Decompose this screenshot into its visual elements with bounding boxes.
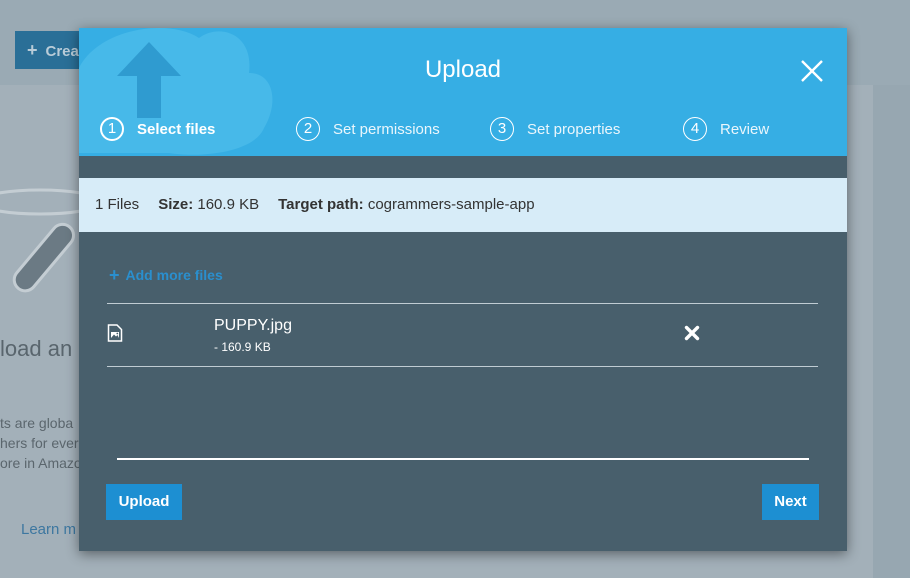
file-size: - 160.9 KB [214,340,271,354]
plus-icon: + [27,40,38,60]
close-icon[interactable] [799,58,825,84]
background-rail [873,85,910,578]
step-label: Set properties [527,120,621,138]
upload-summary-bar: 1 Files Size: 160.9 KB Target path: cogram… [79,178,847,232]
step-number: 2 [296,117,320,141]
step-set-properties[interactable]: 3 Set properties [490,114,620,144]
next-button[interactable]: Next [762,484,819,520]
step-number: 3 [490,117,514,141]
add-more-files-label: Add more files [125,267,223,283]
target-path-label: Target path: [278,196,364,213]
plus-icon: + [109,265,120,285]
target-path-value: cogrammers-sample-app [367,196,535,213]
step-review[interactable]: 4 Review [683,114,769,144]
add-more-files-link[interactable]: + Add more files [109,264,223,285]
file-list: PUPPY.jpg - 160.9 KB [107,303,818,367]
step-number: 4 [683,117,707,141]
bucket-illustration [0,188,80,293]
remove-file-icon[interactable] [684,325,700,341]
modal-header: Upload 1 Select files 2 Set permissions … [79,28,847,156]
step-number: 1 [100,117,124,141]
upload-button[interactable]: Upload [106,484,182,520]
file-name: PUPPY.jpg [214,317,292,334]
progress-line [117,458,809,460]
size-label: Size: [158,196,194,213]
header-divider-band [79,156,847,178]
step-label: Set permissions [333,120,440,138]
upload-modal: Upload 1 Select files 2 Set permissions … [79,28,847,551]
learn-more-link[interactable]: Learn m [21,521,76,538]
size-value: 160.9 KB [197,196,260,213]
step-label: Review [720,120,770,138]
background-heading: load an [0,336,73,361]
step-set-permissions[interactable]: 2 Set permissions [296,114,440,144]
file-count: 1 Files [95,196,140,213]
background-paragraph: ts are globa hers for ever ore in Amazo [0,415,82,471]
create-bucket-label: Crea [45,43,79,60]
image-file-icon [107,324,123,342]
step-select-files[interactable]: 1 Select files [100,114,215,144]
step-label: Select files [137,120,216,138]
wizard-steps: 1 Select files 2 Set permissions 3 Set p… [79,114,847,144]
modal-title: Upload [424,56,502,83]
